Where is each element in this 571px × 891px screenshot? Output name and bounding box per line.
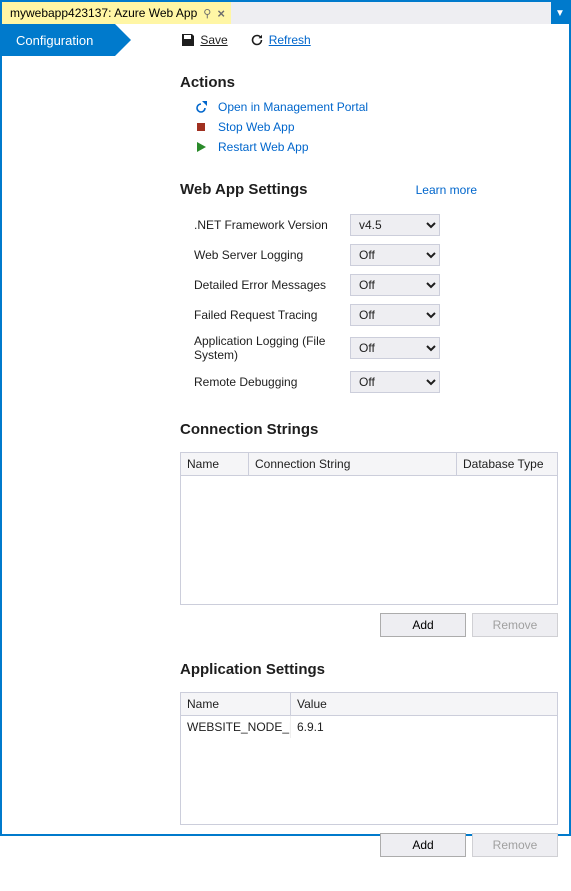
- conn-col-conn[interactable]: Connection String: [249, 453, 457, 476]
- save-icon: [181, 33, 195, 47]
- external-link-icon: [194, 100, 208, 114]
- actions-list: Open in Management Portal Stop Web App R…: [194, 97, 559, 157]
- failed-tracing-select[interactable]: Off: [350, 304, 440, 326]
- net-framework-select[interactable]: v4.5: [350, 214, 440, 236]
- pin-icon[interactable]: ⚲: [203, 7, 211, 20]
- web-server-logging-select[interactable]: Off: [350, 244, 440, 266]
- application-settings-heading: Application Settings: [180, 661, 559, 678]
- refresh-icon: [250, 33, 264, 47]
- refresh-label: Refresh: [269, 33, 311, 47]
- action-open-portal[interactable]: Open in Management Portal: [194, 97, 559, 117]
- connection-strings-body[interactable]: [181, 476, 557, 604]
- table-row[interactable]: WEBSITE_NODE_DE 6.9.1: [181, 716, 557, 738]
- action-open-portal-label: Open in Management Portal: [218, 100, 368, 114]
- save-label: Save: [200, 33, 227, 47]
- app-col-name[interactable]: Name: [181, 693, 291, 716]
- application-settings-body[interactable]: WEBSITE_NODE_DE 6.9.1: [181, 716, 557, 824]
- detailed-errors-label: Detailed Error Messages: [194, 278, 350, 292]
- application-logging-label: Application Logging (File System): [194, 334, 350, 363]
- tab-overflow-dropdown[interactable]: ▼: [551, 2, 569, 24]
- conn-col-type[interactable]: Database Type: [457, 453, 557, 476]
- learn-more-link[interactable]: Learn more: [416, 183, 477, 197]
- remote-debugging-label: Remote Debugging: [194, 375, 350, 389]
- action-stop[interactable]: Stop Web App: [194, 117, 559, 137]
- tab-configuration[interactable]: Configuration: [2, 24, 115, 56]
- app-row-name: WEBSITE_NODE_DE: [181, 716, 291, 738]
- app-row-value: 6.9.1: [291, 716, 557, 738]
- connection-strings-heading: Connection Strings: [180, 421, 559, 438]
- application-settings-table: Name Value WEBSITE_NODE_DE 6.9.1: [180, 692, 558, 825]
- action-restart-label: Restart Web App: [218, 140, 309, 154]
- connection-strings-table: Name Connection String Database Type: [180, 452, 558, 605]
- app-remove-button: Remove: [472, 833, 558, 857]
- save-button[interactable]: Save: [181, 33, 227, 47]
- conn-add-button[interactable]: Add: [380, 613, 466, 637]
- app-col-value[interactable]: Value: [291, 693, 557, 716]
- net-framework-label: .NET Framework Version: [194, 218, 350, 232]
- conn-col-name[interactable]: Name: [181, 453, 249, 476]
- action-restart[interactable]: Restart Web App: [194, 137, 559, 157]
- app-add-button[interactable]: Add: [380, 833, 466, 857]
- tab-configuration-label: Configuration: [16, 33, 93, 48]
- application-logging-select[interactable]: Off: [350, 337, 440, 359]
- detailed-errors-select[interactable]: Off: [350, 274, 440, 296]
- toolbar: Configuration Save Refresh: [2, 24, 569, 56]
- actions-heading: Actions: [180, 74, 559, 91]
- failed-tracing-label: Failed Request Tracing: [194, 308, 350, 322]
- remote-debugging-select[interactable]: Off: [350, 371, 440, 393]
- content-pane: Actions Open in Management Portal Stop W…: [2, 56, 569, 891]
- settings-grid: .NET Framework Version v4.5 Web Server L…: [194, 210, 559, 397]
- document-tab[interactable]: mywebapp423137: Azure Web App ⚲ ×: [2, 2, 231, 24]
- web-server-logging-label: Web Server Logging: [194, 248, 350, 262]
- conn-remove-button: Remove: [472, 613, 558, 637]
- document-tab-bar: mywebapp423137: Azure Web App ⚲ × ▼: [2, 2, 569, 24]
- refresh-button[interactable]: Refresh: [250, 33, 311, 47]
- document-tab-title: mywebapp423137: Azure Web App: [10, 6, 197, 20]
- close-icon[interactable]: ×: [217, 7, 225, 20]
- play-icon: [194, 141, 208, 153]
- settings-heading: Web App Settings: [180, 181, 308, 198]
- stop-icon: [194, 121, 208, 133]
- action-stop-label: Stop Web App: [218, 120, 295, 134]
